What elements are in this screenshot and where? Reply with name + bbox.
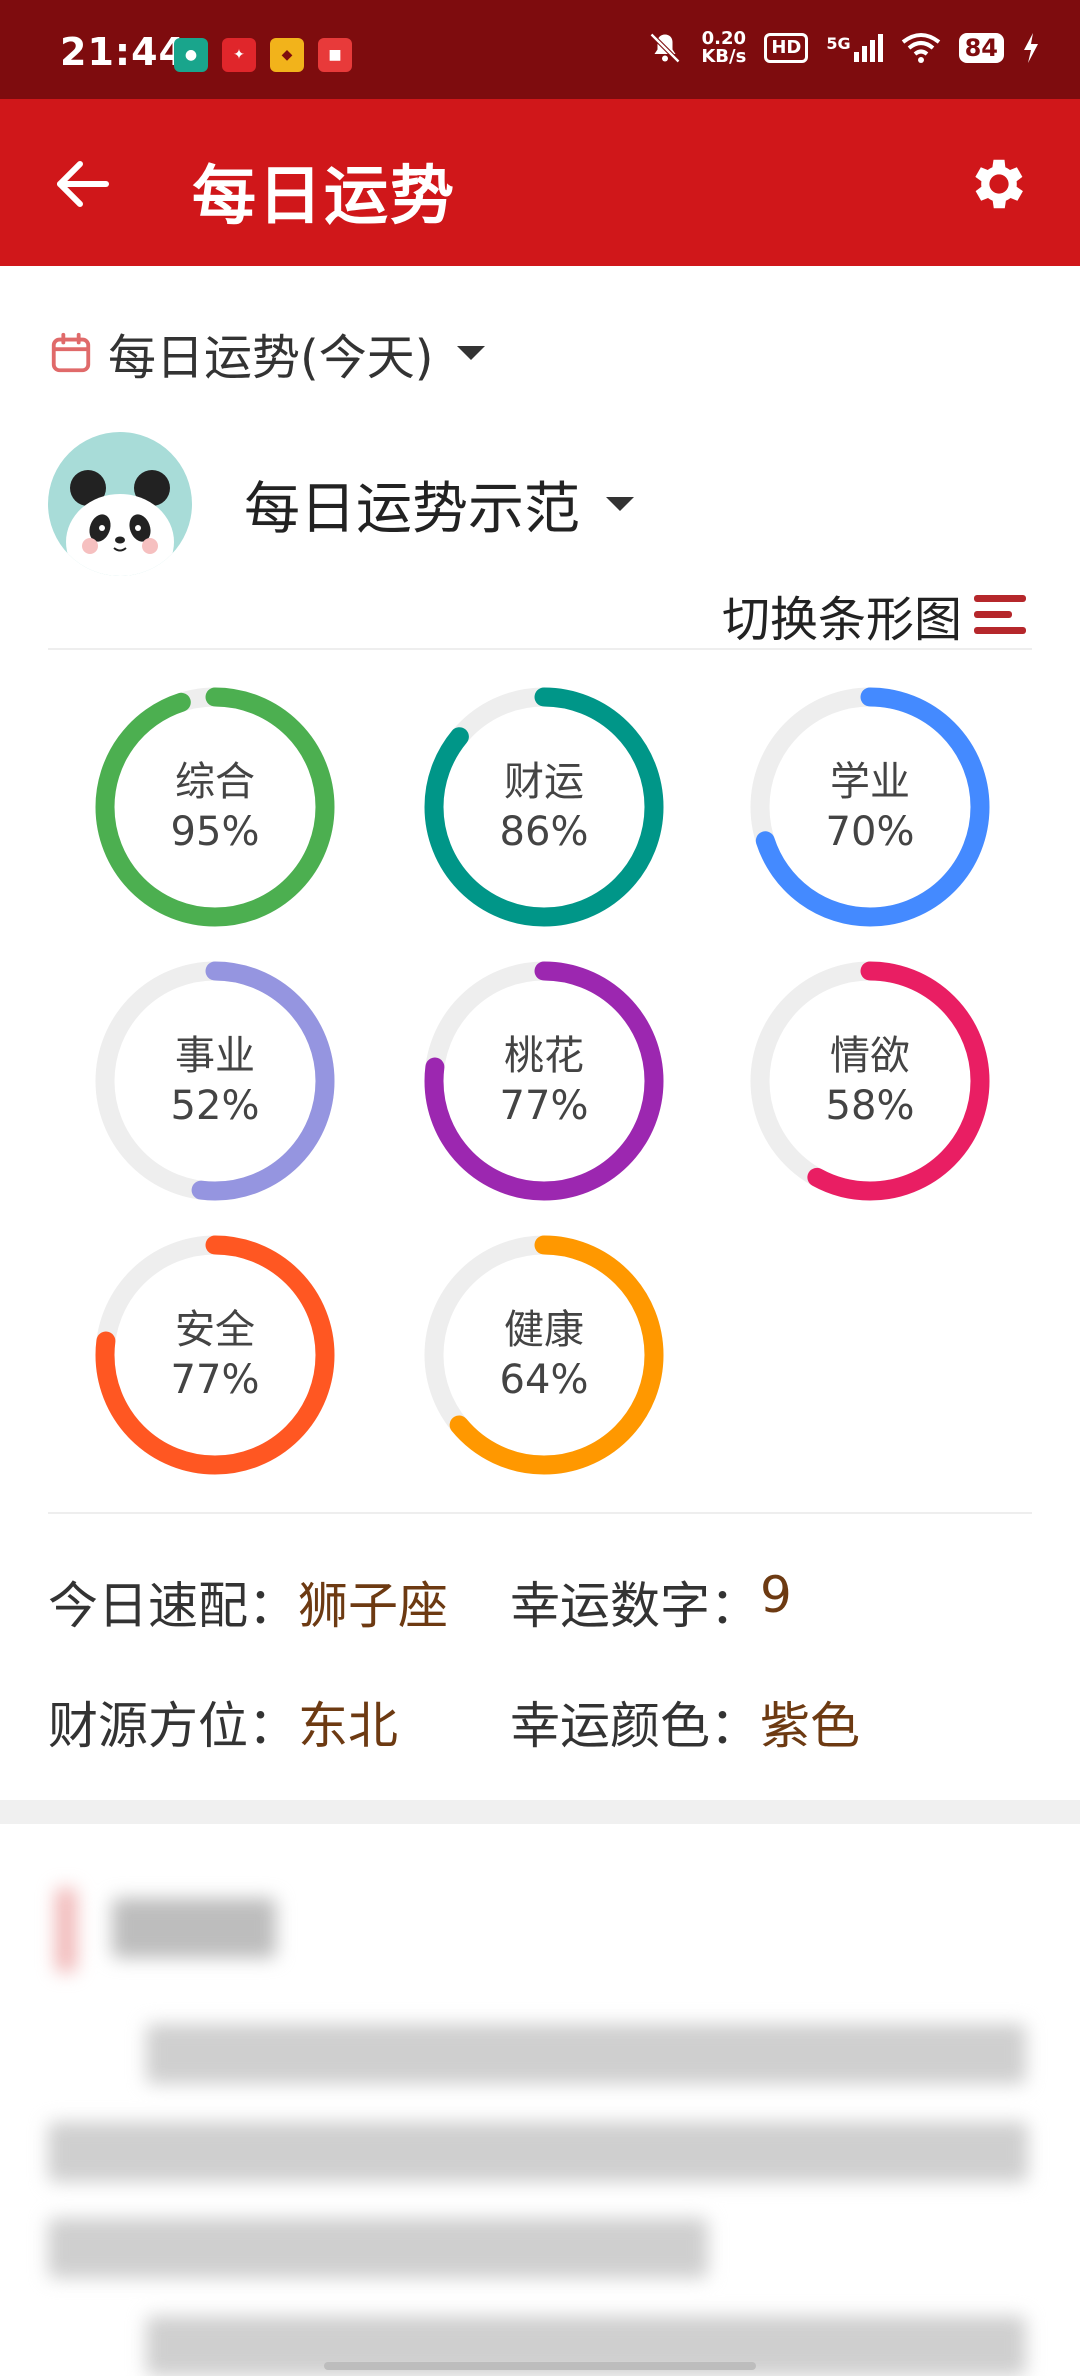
ring-text: 事业 52% bbox=[90, 956, 340, 1206]
ring-value: 77% bbox=[499, 1083, 589, 1129]
switch-bar-chart-button[interactable]: 切换条形图 bbox=[722, 580, 1028, 650]
lucky-number-label: 幸运数字： bbox=[510, 1577, 760, 1635]
ring-value: 70% bbox=[825, 809, 915, 855]
lucky-number-value: 9 bbox=[760, 1566, 792, 1624]
net-speed-unit: KB/s bbox=[701, 46, 747, 67]
panda-avatar-icon bbox=[66, 470, 174, 576]
signal-label: 5G bbox=[826, 34, 851, 53]
divider bbox=[48, 648, 1032, 650]
wealth-direction-value: 东北 bbox=[298, 1697, 398, 1755]
bar-chart-icon bbox=[974, 595, 1026, 634]
signal-icon: 5G bbox=[826, 34, 883, 62]
fortune-ring: 财运 86% bbox=[419, 682, 669, 932]
fortune-ring: 事业 52% bbox=[90, 956, 340, 1206]
ring-text: 学业 70% bbox=[745, 682, 995, 932]
lucky-color-value: 紫色 bbox=[760, 1697, 860, 1755]
net-speed: 0.20 KB/s bbox=[701, 30, 746, 66]
section-divider bbox=[0, 1800, 1080, 1824]
ring-text: 安全 77% bbox=[90, 1230, 340, 1480]
profile-name: 每日运势示范 bbox=[244, 476, 580, 542]
status-time: 21:44 bbox=[60, 30, 186, 74]
ring-value: 52% bbox=[170, 1083, 260, 1129]
fortune-ring: 安全 77% bbox=[90, 1230, 340, 1480]
fortune-ring: 综合 95% bbox=[90, 682, 340, 932]
home-indicator[interactable] bbox=[324, 2362, 756, 2370]
fortune-ring: 学业 70% bbox=[745, 682, 995, 932]
gear-icon[interactable] bbox=[966, 151, 1032, 217]
ring-label: 财运 bbox=[504, 759, 584, 805]
date-selector[interactable]: 每日运势(今天) bbox=[48, 318, 486, 388]
battery-indicator: 84 bbox=[958, 33, 1004, 63]
back-arrow-icon[interactable] bbox=[50, 151, 116, 217]
page-title: 每日运势 bbox=[192, 160, 456, 234]
calendar-icon bbox=[51, 332, 91, 373]
avatar bbox=[48, 432, 192, 576]
app-notification-icon: ✦ bbox=[222, 38, 256, 72]
ring-text: 情欲 58% bbox=[745, 956, 995, 1206]
ring-label: 学业 bbox=[830, 759, 910, 805]
fortune-ring: 桃花 77% bbox=[419, 956, 669, 1206]
hd-badge: HD bbox=[764, 33, 809, 63]
info-row-1: 今日速配： 狮子座 幸运数字： 9 bbox=[48, 1566, 792, 1638]
app-notification-icon: ◆ bbox=[270, 38, 304, 72]
ring-label: 安全 bbox=[175, 1307, 255, 1353]
mute-bell-icon bbox=[650, 32, 681, 64]
chevron-down-icon bbox=[457, 346, 486, 360]
ring-value: 95% bbox=[170, 809, 260, 855]
chevron-down-icon bbox=[606, 497, 634, 511]
blurred-content bbox=[0, 1824, 1080, 2376]
wealth-direction-label: 财源方位： bbox=[48, 1697, 298, 1755]
ring-value: 86% bbox=[499, 809, 589, 855]
ring-value: 58% bbox=[825, 1083, 915, 1129]
ring-text: 健康 64% bbox=[419, 1230, 669, 1480]
ring-text: 综合 95% bbox=[90, 682, 340, 932]
switch-chart-label: 切换条形图 bbox=[721, 592, 962, 648]
info-row-2: 财源方位： 东北 幸运颜色： 紫色 bbox=[48, 1686, 860, 1758]
ring-label: 桃花 bbox=[504, 1033, 584, 1079]
ring-label: 健康 bbox=[504, 1307, 584, 1353]
ring-label: 事业 bbox=[175, 1033, 255, 1079]
fortune-ring: 情欲 58% bbox=[745, 956, 995, 1206]
ring-text: 桃花 77% bbox=[419, 956, 669, 1206]
date-selector-label: 每日运势(今天) bbox=[108, 330, 434, 386]
ring-value: 77% bbox=[170, 1357, 260, 1403]
status-bar: 21:44 ● ✦ ◆ ■ 0.20 KB/s HD 5G 84 bbox=[0, 0, 1080, 99]
fortune-ring-chart: 综合 95% 财运 86% 学业 70% 事业 52% 桃花 77% 情欲 58% 安全 77% 健康 64% bbox=[48, 670, 1032, 1490]
lucky-color-label: 幸运颜色： bbox=[510, 1697, 760, 1755]
ring-label: 综合 bbox=[175, 759, 255, 805]
profile-selector[interactable]: 每日运势示范 bbox=[48, 432, 634, 576]
ring-label: 情欲 bbox=[830, 1033, 910, 1079]
divider bbox=[48, 1512, 1032, 1514]
match-value: 狮子座 bbox=[298, 1577, 448, 1635]
app-bar: 每日运势 bbox=[0, 99, 1080, 266]
fortune-ring: 健康 64% bbox=[419, 1230, 669, 1480]
notification-icons: ● ✦ ◆ ■ bbox=[174, 38, 352, 72]
charging-icon bbox=[1024, 33, 1038, 63]
ring-value: 64% bbox=[499, 1357, 589, 1403]
ring-text: 财运 86% bbox=[419, 682, 669, 932]
app-notification-icon: ■ bbox=[318, 38, 352, 72]
wifi-icon bbox=[901, 33, 940, 63]
match-label: 今日速配： bbox=[48, 1577, 298, 1635]
system-icons: 0.20 KB/s HD 5G 84 bbox=[647, 30, 1040, 66]
app-notification-icon: ● bbox=[174, 38, 208, 72]
